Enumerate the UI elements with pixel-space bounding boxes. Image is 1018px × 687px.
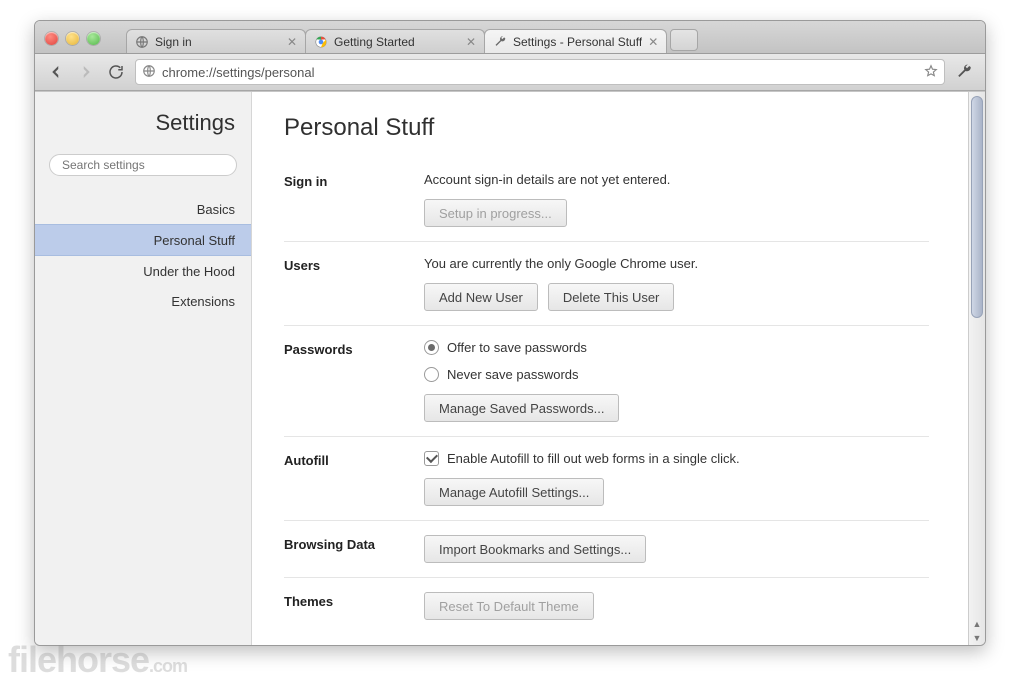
- radio-label: Never save passwords: [447, 367, 579, 382]
- sidebar-title: Settings: [35, 110, 235, 136]
- reset-theme-button[interactable]: Reset To Default Theme: [424, 592, 594, 620]
- url-text: chrome://settings/personal: [162, 65, 918, 80]
- enable-autofill-checkbox[interactable]: Enable Autofill to fill out web forms in…: [424, 451, 929, 466]
- new-tab-button[interactable]: [670, 29, 698, 51]
- radio-icon: [424, 340, 439, 355]
- sidebar-item-extensions[interactable]: Extensions: [35, 286, 251, 316]
- delete-this-user-button[interactable]: Delete This User: [548, 283, 675, 311]
- offer-save-passwords-radio[interactable]: Offer to save passwords: [424, 340, 929, 355]
- section-sign-in: Sign in Account sign-in details are not …: [284, 168, 929, 241]
- tab-strip: Sign in ✕ Getting Started ✕ Settings - P…: [35, 21, 985, 54]
- toolbar: chrome://settings/personal: [35, 54, 985, 91]
- bookmark-star-icon[interactable]: [924, 64, 938, 81]
- tab-close-icon[interactable]: ✕: [648, 36, 658, 48]
- forward-button[interactable]: [75, 61, 97, 83]
- close-window-button[interactable]: [45, 32, 58, 45]
- tab-label: Sign in: [155, 35, 281, 49]
- section-label: Themes: [284, 592, 424, 620]
- users-status-text: You are currently the only Google Chrome…: [424, 256, 929, 271]
- setup-in-progress-button[interactable]: Setup in progress...: [424, 199, 567, 227]
- tab-getting-started[interactable]: Getting Started ✕: [305, 29, 485, 53]
- never-save-passwords-radio[interactable]: Never save passwords: [424, 367, 929, 382]
- scroll-up-arrow-icon[interactable]: ▲: [969, 617, 985, 631]
- settings-sidebar: Settings Basics Personal Stuff Under the…: [35, 92, 252, 645]
- sidebar-item-label: Personal Stuff: [154, 233, 235, 248]
- add-new-user-button[interactable]: Add New User: [424, 283, 538, 311]
- section-label: Sign in: [284, 172, 424, 227]
- sign-in-status-text: Account sign-in details are not yet ente…: [424, 172, 929, 187]
- address-bar[interactable]: chrome://settings/personal: [135, 59, 945, 85]
- sidebar-item-label: Extensions: [171, 294, 235, 309]
- section-browsing-data: Browsing Data Import Bookmarks and Setti…: [284, 520, 929, 577]
- section-passwords: Passwords Offer to save passwords Never …: [284, 325, 929, 436]
- sidebar-nav: Basics Personal Stuff Under the Hood Ext…: [35, 194, 251, 316]
- checkbox-label: Enable Autofill to fill out web forms in…: [447, 451, 740, 466]
- sidebar-item-label: Under the Hood: [143, 264, 235, 279]
- globe-icon: [135, 35, 149, 49]
- reload-button[interactable]: [105, 61, 127, 83]
- radio-icon: [424, 367, 439, 382]
- tab-close-icon[interactable]: ✕: [287, 36, 297, 48]
- sidebar-item-label: Basics: [197, 202, 235, 217]
- section-themes: Themes Reset To Default Theme: [284, 577, 929, 634]
- back-button[interactable]: [45, 61, 67, 83]
- section-label: Autofill: [284, 451, 424, 506]
- minimize-window-button[interactable]: [66, 32, 79, 45]
- tab-close-icon[interactable]: ✕: [466, 36, 476, 48]
- sidebar-item-under-the-hood[interactable]: Under the Hood: [35, 256, 251, 286]
- import-bookmarks-button[interactable]: Import Bookmarks and Settings...: [424, 535, 646, 563]
- window-controls: [45, 32, 100, 45]
- sidebar-item-personal-stuff[interactable]: Personal Stuff: [35, 224, 251, 256]
- vertical-scrollbar[interactable]: ▲ ▼: [968, 92, 985, 645]
- settings-main: Personal Stuff Sign in Account sign-in d…: [252, 92, 969, 645]
- globe-icon: [142, 64, 156, 81]
- wrench-menu-button[interactable]: [953, 61, 975, 83]
- page-title: Personal Stuff: [284, 114, 929, 142]
- wrench-icon: [493, 35, 507, 49]
- section-label: Browsing Data: [284, 535, 424, 563]
- search-settings-input[interactable]: [49, 154, 237, 176]
- tab-label: Settings - Personal Stuff: [513, 35, 642, 49]
- tab-settings[interactable]: Settings - Personal Stuff ✕: [484, 29, 667, 53]
- tab-label: Getting Started: [334, 35, 460, 49]
- tab-sign-in[interactable]: Sign in ✕: [126, 29, 306, 53]
- scrollbar-thumb[interactable]: [971, 96, 983, 318]
- section-label: Passwords: [284, 340, 424, 422]
- content-area: Settings Basics Personal Stuff Under the…: [35, 91, 985, 645]
- zoom-window-button[interactable]: [87, 32, 100, 45]
- checkbox-icon: [424, 451, 439, 466]
- browser-window: Sign in ✕ Getting Started ✕ Settings - P…: [34, 20, 986, 646]
- chrome-icon: [314, 35, 328, 49]
- sidebar-item-basics[interactable]: Basics: [35, 194, 251, 224]
- scroll-down-arrow-icon[interactable]: ▼: [969, 631, 985, 645]
- manage-autofill-settings-button[interactable]: Manage Autofill Settings...: [424, 478, 604, 506]
- section-autofill: Autofill Enable Autofill to fill out web…: [284, 436, 929, 520]
- section-label: Users: [284, 256, 424, 311]
- section-users: Users You are currently the only Google …: [284, 241, 929, 325]
- radio-label: Offer to save passwords: [447, 340, 587, 355]
- manage-saved-passwords-button[interactable]: Manage Saved Passwords...: [424, 394, 619, 422]
